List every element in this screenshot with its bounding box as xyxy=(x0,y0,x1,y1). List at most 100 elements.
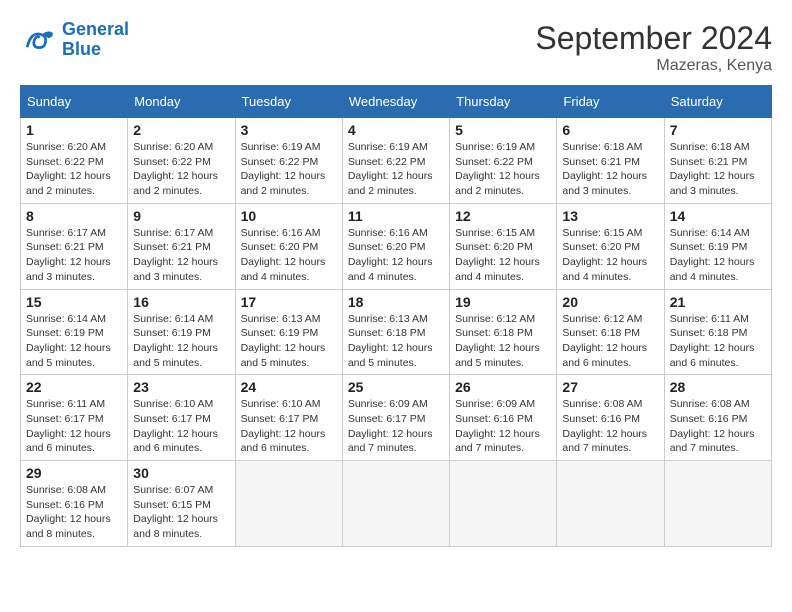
day-info: Sunrise: 6:16 AM Sunset: 6:20 PM Dayligh… xyxy=(348,226,444,285)
day-number: 19 xyxy=(455,294,551,310)
col-monday: Monday xyxy=(128,86,235,118)
day-number: 21 xyxy=(670,294,766,310)
day-info: Sunrise: 6:08 AM Sunset: 6:16 PM Dayligh… xyxy=(562,397,658,456)
calendar-week-row: 22 Sunrise: 6:11 AM Sunset: 6:17 PM Dayl… xyxy=(21,375,772,461)
day-info: Sunrise: 6:08 AM Sunset: 6:16 PM Dayligh… xyxy=(26,483,122,542)
calendar-cell xyxy=(664,461,771,547)
day-info: Sunrise: 6:10 AM Sunset: 6:17 PM Dayligh… xyxy=(133,397,229,456)
day-number: 18 xyxy=(348,294,444,310)
day-info: Sunrise: 6:17 AM Sunset: 6:21 PM Dayligh… xyxy=(26,226,122,285)
calendar-cell: 14 Sunrise: 6:14 AM Sunset: 6:19 PM Dayl… xyxy=(664,203,771,289)
calendar-cell: 21 Sunrise: 6:11 AM Sunset: 6:18 PM Dayl… xyxy=(664,289,771,375)
col-thursday: Thursday xyxy=(450,86,557,118)
calendar-cell: 2 Sunrise: 6:20 AM Sunset: 6:22 PM Dayli… xyxy=(128,118,235,204)
day-info: Sunrise: 6:11 AM Sunset: 6:18 PM Dayligh… xyxy=(670,312,766,371)
calendar-cell: 12 Sunrise: 6:15 AM Sunset: 6:20 PM Dayl… xyxy=(450,203,557,289)
day-info: Sunrise: 6:17 AM Sunset: 6:21 PM Dayligh… xyxy=(133,226,229,285)
day-info: Sunrise: 6:14 AM Sunset: 6:19 PM Dayligh… xyxy=(26,312,122,371)
calendar-cell: 9 Sunrise: 6:17 AM Sunset: 6:21 PM Dayli… xyxy=(128,203,235,289)
day-info: Sunrise: 6:13 AM Sunset: 6:18 PM Dayligh… xyxy=(348,312,444,371)
page-header: General Blue September 2024 Mazeras, Ken… xyxy=(20,20,772,75)
day-number: 12 xyxy=(455,208,551,224)
calendar-cell: 20 Sunrise: 6:12 AM Sunset: 6:18 PM Dayl… xyxy=(557,289,664,375)
calendar-cell: 13 Sunrise: 6:15 AM Sunset: 6:20 PM Dayl… xyxy=(557,203,664,289)
calendar-cell: 27 Sunrise: 6:08 AM Sunset: 6:16 PM Dayl… xyxy=(557,375,664,461)
calendar-cell xyxy=(235,461,342,547)
day-info: Sunrise: 6:19 AM Sunset: 6:22 PM Dayligh… xyxy=(348,140,444,199)
calendar-cell xyxy=(557,461,664,547)
day-info: Sunrise: 6:19 AM Sunset: 6:22 PM Dayligh… xyxy=(241,140,337,199)
calendar-cell: 19 Sunrise: 6:12 AM Sunset: 6:18 PM Dayl… xyxy=(450,289,557,375)
calendar-table: Sunday Monday Tuesday Wednesday Thursday… xyxy=(20,85,772,547)
day-info: Sunrise: 6:14 AM Sunset: 6:19 PM Dayligh… xyxy=(133,312,229,371)
day-number: 29 xyxy=(26,465,122,481)
calendar-cell xyxy=(342,461,449,547)
day-number: 30 xyxy=(133,465,229,481)
day-number: 22 xyxy=(26,379,122,395)
calendar-cell: 1 Sunrise: 6:20 AM Sunset: 6:22 PM Dayli… xyxy=(21,118,128,204)
col-friday: Friday xyxy=(557,86,664,118)
calendar-week-row: 1 Sunrise: 6:20 AM Sunset: 6:22 PM Dayli… xyxy=(21,118,772,204)
day-info: Sunrise: 6:18 AM Sunset: 6:21 PM Dayligh… xyxy=(562,140,658,199)
logo-text: General Blue xyxy=(62,20,129,60)
col-tuesday: Tuesday xyxy=(235,86,342,118)
day-number: 15 xyxy=(26,294,122,310)
day-info: Sunrise: 6:09 AM Sunset: 6:17 PM Dayligh… xyxy=(348,397,444,456)
day-number: 10 xyxy=(241,208,337,224)
calendar-week-row: 15 Sunrise: 6:14 AM Sunset: 6:19 PM Dayl… xyxy=(21,289,772,375)
calendar-cell: 11 Sunrise: 6:16 AM Sunset: 6:20 PM Dayl… xyxy=(342,203,449,289)
day-number: 25 xyxy=(348,379,444,395)
day-info: Sunrise: 6:15 AM Sunset: 6:20 PM Dayligh… xyxy=(562,226,658,285)
calendar-cell: 5 Sunrise: 6:19 AM Sunset: 6:22 PM Dayli… xyxy=(450,118,557,204)
day-number: 20 xyxy=(562,294,658,310)
calendar-cell: 30 Sunrise: 6:07 AM Sunset: 6:15 PM Dayl… xyxy=(128,461,235,547)
calendar-cell: 24 Sunrise: 6:10 AM Sunset: 6:17 PM Dayl… xyxy=(235,375,342,461)
calendar-header-row: Sunday Monday Tuesday Wednesday Thursday… xyxy=(21,86,772,118)
calendar-cell: 6 Sunrise: 6:18 AM Sunset: 6:21 PM Dayli… xyxy=(557,118,664,204)
day-info: Sunrise: 6:13 AM Sunset: 6:19 PM Dayligh… xyxy=(241,312,337,371)
calendar-cell: 8 Sunrise: 6:17 AM Sunset: 6:21 PM Dayli… xyxy=(21,203,128,289)
day-number: 27 xyxy=(562,379,658,395)
day-number: 7 xyxy=(670,122,766,138)
day-number: 5 xyxy=(455,122,551,138)
day-number: 6 xyxy=(562,122,658,138)
calendar-cell: 25 Sunrise: 6:09 AM Sunset: 6:17 PM Dayl… xyxy=(342,375,449,461)
logo: General Blue xyxy=(20,20,129,60)
col-wednesday: Wednesday xyxy=(342,86,449,118)
location-title: Mazeras, Kenya xyxy=(535,57,772,75)
day-number: 8 xyxy=(26,208,122,224)
col-saturday: Saturday xyxy=(664,86,771,118)
calendar-cell: 29 Sunrise: 6:08 AM Sunset: 6:16 PM Dayl… xyxy=(21,461,128,547)
calendar-cell: 4 Sunrise: 6:19 AM Sunset: 6:22 PM Dayli… xyxy=(342,118,449,204)
calendar-cell: 18 Sunrise: 6:13 AM Sunset: 6:18 PM Dayl… xyxy=(342,289,449,375)
calendar-cell: 3 Sunrise: 6:19 AM Sunset: 6:22 PM Dayli… xyxy=(235,118,342,204)
day-number: 3 xyxy=(241,122,337,138)
calendar-cell: 26 Sunrise: 6:09 AM Sunset: 6:16 PM Dayl… xyxy=(450,375,557,461)
day-number: 26 xyxy=(455,379,551,395)
day-info: Sunrise: 6:20 AM Sunset: 6:22 PM Dayligh… xyxy=(133,140,229,199)
calendar-week-row: 29 Sunrise: 6:08 AM Sunset: 6:16 PM Dayl… xyxy=(21,461,772,547)
day-info: Sunrise: 6:16 AM Sunset: 6:20 PM Dayligh… xyxy=(241,226,337,285)
col-sunday: Sunday xyxy=(21,86,128,118)
logo-icon xyxy=(20,22,56,58)
day-number: 9 xyxy=(133,208,229,224)
day-number: 14 xyxy=(670,208,766,224)
calendar-cell xyxy=(450,461,557,547)
calendar-cell: 16 Sunrise: 6:14 AM Sunset: 6:19 PM Dayl… xyxy=(128,289,235,375)
day-info: Sunrise: 6:08 AM Sunset: 6:16 PM Dayligh… xyxy=(670,397,766,456)
day-info: Sunrise: 6:10 AM Sunset: 6:17 PM Dayligh… xyxy=(241,397,337,456)
day-info: Sunrise: 6:18 AM Sunset: 6:21 PM Dayligh… xyxy=(670,140,766,199)
day-number: 17 xyxy=(241,294,337,310)
day-info: Sunrise: 6:12 AM Sunset: 6:18 PM Dayligh… xyxy=(455,312,551,371)
calendar-cell: 22 Sunrise: 6:11 AM Sunset: 6:17 PM Dayl… xyxy=(21,375,128,461)
calendar-week-row: 8 Sunrise: 6:17 AM Sunset: 6:21 PM Dayli… xyxy=(21,203,772,289)
calendar-cell: 23 Sunrise: 6:10 AM Sunset: 6:17 PM Dayl… xyxy=(128,375,235,461)
day-info: Sunrise: 6:19 AM Sunset: 6:22 PM Dayligh… xyxy=(455,140,551,199)
calendar-cell: 10 Sunrise: 6:16 AM Sunset: 6:20 PM Dayl… xyxy=(235,203,342,289)
day-number: 24 xyxy=(241,379,337,395)
day-number: 1 xyxy=(26,122,122,138)
day-number: 16 xyxy=(133,294,229,310)
day-number: 2 xyxy=(133,122,229,138)
month-title: September 2024 xyxy=(535,20,772,57)
day-info: Sunrise: 6:07 AM Sunset: 6:15 PM Dayligh… xyxy=(133,483,229,542)
